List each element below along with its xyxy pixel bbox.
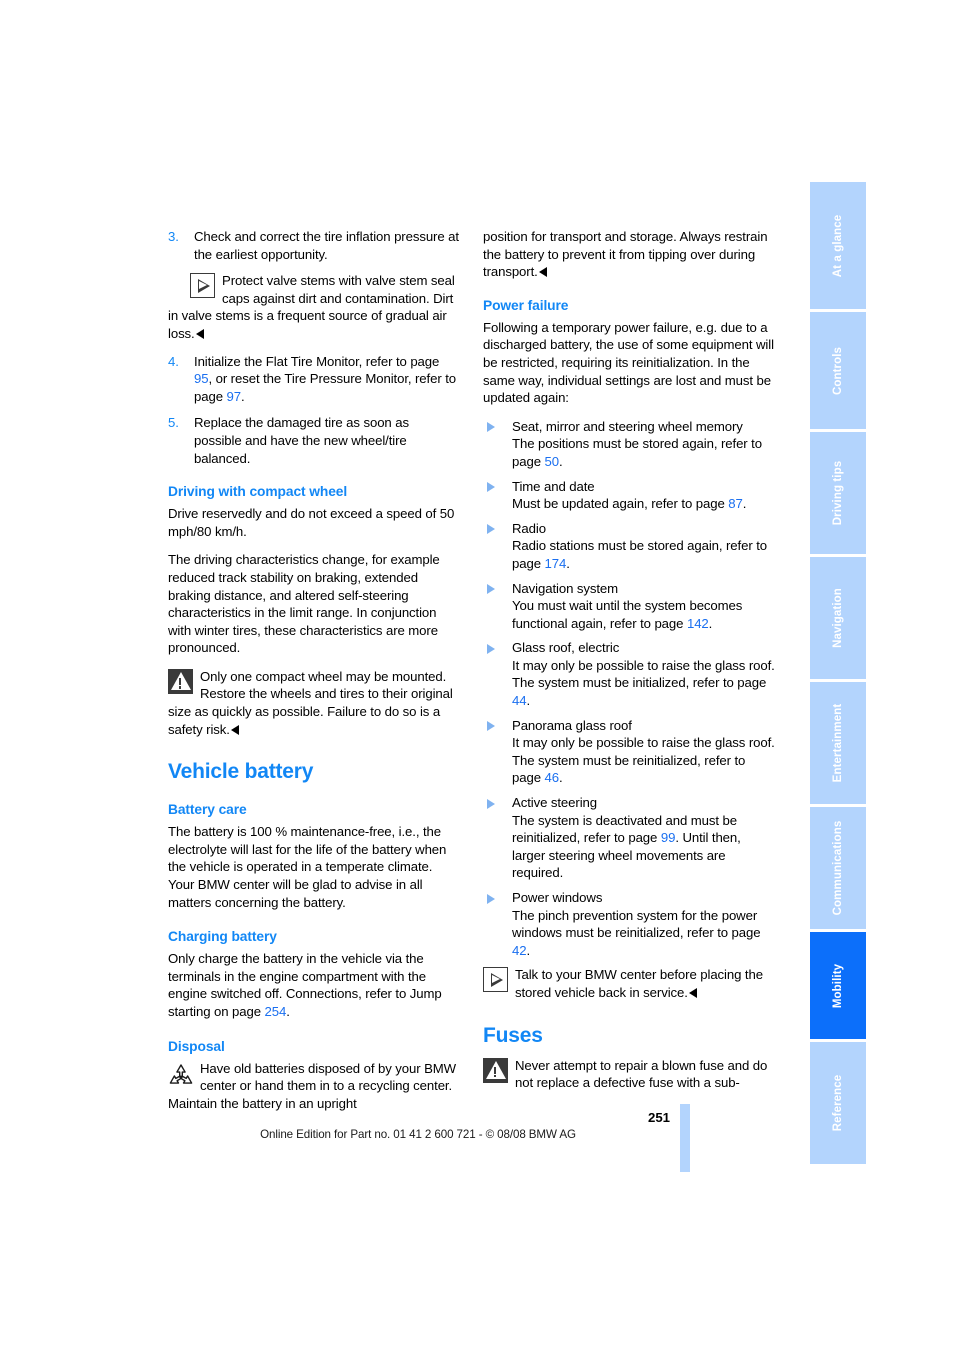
heading-driving-compact-wheel: Driving with compact wheel bbox=[168, 484, 348, 500]
list-item-title: Radio bbox=[512, 520, 546, 536]
recycling-icon bbox=[166, 1062, 196, 1089]
paragraph: The battery is 100 % maintenance-free, i… bbox=[168, 824, 447, 910]
triangle-bullet-icon bbox=[487, 798, 495, 809]
tab-label: At a glance bbox=[832, 214, 844, 277]
paragraph: Drive reservedly and do not exceed a spe… bbox=[168, 506, 455, 539]
page-reference[interactable]: 46 bbox=[545, 770, 560, 785]
info-triangle-icon bbox=[483, 967, 508, 993]
right-column: position for transport and storage. Alwa… bbox=[483, 228, 775, 1102]
paragraph: The driving characteristics change, for … bbox=[168, 552, 440, 656]
warning-text: Never attempt to repair a blown fuse and… bbox=[515, 1057, 768, 1091]
page-reference[interactable]: 97 bbox=[227, 389, 242, 404]
page-reference[interactable]: 142 bbox=[687, 616, 709, 631]
left-column: 3. Check and correct the tire inflation … bbox=[168, 228, 460, 1122]
step-item: 5. Replace the damaged tire as soon as p… bbox=[168, 414, 460, 467]
paragraph-continuation: position for transport and storage. Alwa… bbox=[483, 229, 768, 280]
heading-disposal: Disposal bbox=[168, 1038, 225, 1054]
heading-battery-care: Battery care bbox=[168, 802, 247, 818]
tab-label: Navigation bbox=[832, 588, 844, 648]
page-reference[interactable]: 95 bbox=[194, 371, 209, 386]
page-reference[interactable]: 42 bbox=[512, 943, 527, 958]
page-reference[interactable]: 50 bbox=[545, 454, 560, 469]
list-item-title: Time and date bbox=[512, 478, 595, 494]
manual-page: 3. Check and correct the tire inflation … bbox=[0, 0, 954, 1350]
list-item-title: Panorama glass roof bbox=[512, 717, 632, 733]
list-item: Radio Radio stations must be stored agai… bbox=[483, 520, 775, 573]
triangle-bullet-icon bbox=[487, 482, 495, 493]
tab-navigation[interactable]: Navigation bbox=[810, 557, 866, 679]
info-triangle-icon bbox=[190, 273, 215, 299]
disposal-text: Have old batteries disposed of by your B… bbox=[168, 1060, 457, 1111]
step-text: Replace the damaged tire as soon as poss… bbox=[194, 415, 409, 466]
list-item-title: Navigation system bbox=[512, 580, 619, 596]
triangle-bullet-icon bbox=[487, 893, 495, 904]
end-mark-icon bbox=[538, 267, 547, 278]
warning-text: Only one compact wheel may be mounted. R… bbox=[168, 668, 453, 737]
page-reference[interactable]: 44 bbox=[512, 693, 527, 708]
note-text: Talk to your BMW center before placing t… bbox=[515, 967, 763, 1000]
note-valve-stems: Protect valve stems with valve stem seal… bbox=[168, 272, 460, 342]
list-item: Active steering The system is deactivate… bbox=[483, 794, 775, 882]
heading-vehicle-battery: Vehicle battery bbox=[168, 760, 314, 784]
tab-label: Controls bbox=[832, 346, 844, 395]
step-text: Initialize the Flat Tire Monitor, refer … bbox=[194, 353, 456, 404]
list-item-title: Glass roof, electric bbox=[512, 640, 620, 656]
triangle-bullet-icon bbox=[487, 584, 495, 594]
page-reference[interactable]: 87 bbox=[728, 496, 743, 511]
heading-charging-battery: Charging battery bbox=[168, 929, 277, 945]
paragraph: Following a temporary power failure, e.g… bbox=[483, 319, 774, 406]
list-item: Time and date Must be updated again, ref… bbox=[483, 478, 775, 513]
warning-triangle-icon bbox=[483, 1057, 508, 1083]
list-item-title: Seat, mirror and steering wheel memory bbox=[512, 418, 743, 434]
tab-communications[interactable]: Communications bbox=[810, 807, 866, 929]
tab-label: Entertainment bbox=[832, 703, 844, 783]
warning-fuses: Never attempt to repair a blown fuse and… bbox=[483, 1057, 775, 1092]
list-item: Seat, mirror and steering wheel memory T… bbox=[483, 418, 775, 471]
tab-reference[interactable]: Reference bbox=[810, 1042, 866, 1164]
footer-edition-text: Online Edition for Part no. 01 41 2 600 … bbox=[260, 1128, 576, 1141]
disposal-note: Have old batteries disposed of by your B… bbox=[168, 1060, 460, 1113]
note-bmw-center: Talk to your BMW center before placing t… bbox=[483, 966, 775, 1001]
end-mark-icon bbox=[195, 328, 204, 339]
section-tab-rail: At a glance Controls Driving tips Naviga… bbox=[810, 182, 866, 1167]
tab-mobility[interactable]: Mobility bbox=[810, 932, 866, 1039]
page-number: 251 bbox=[647, 1110, 670, 1125]
tab-label: Driving tips bbox=[832, 460, 844, 526]
step-number: 4. bbox=[168, 353, 179, 369]
step-text: Check and correct the tire inflation pre… bbox=[194, 229, 459, 262]
warning-compact-wheel: Only one compact wheel may be mounted. R… bbox=[168, 668, 460, 738]
step-item: 3. Check and correct the tire inflation … bbox=[168, 228, 460, 263]
tab-label: Communications bbox=[832, 820, 844, 916]
triangle-bullet-icon bbox=[487, 422, 495, 433]
end-mark-icon bbox=[688, 987, 697, 998]
list-item: Power windows The pinch prevention syste… bbox=[483, 889, 775, 959]
step-number: 5. bbox=[168, 415, 179, 431]
tab-label: Mobility bbox=[832, 963, 844, 1008]
triangle-bullet-icon bbox=[487, 524, 495, 535]
heading-fuses: Fuses bbox=[483, 1023, 543, 1047]
paragraph: Only charge the battery in the vehicle v… bbox=[168, 951, 442, 1019]
list-item: Navigation system You must wait until th… bbox=[483, 580, 775, 633]
tab-entertainment[interactable]: Entertainment bbox=[810, 682, 866, 804]
page-reference[interactable]: 99 bbox=[661, 830, 676, 845]
step-number: 3. bbox=[168, 229, 179, 244]
list-item-title: Power windows bbox=[512, 890, 603, 905]
tab-label: Reference bbox=[832, 1074, 844, 1132]
page-reference[interactable]: 174 bbox=[545, 556, 567, 571]
triangle-bullet-icon bbox=[487, 721, 495, 732]
list-item: Glass roof, electric It may only be poss… bbox=[483, 639, 775, 709]
heading-power-failure: Power failure bbox=[483, 297, 569, 313]
power-failure-list: Seat, mirror and steering wheel memory T… bbox=[483, 418, 775, 960]
warning-triangle-icon bbox=[168, 668, 193, 694]
step-item: 4. Initialize the Flat Tire Monitor, ref… bbox=[168, 353, 460, 406]
list-item: Panorama glass roof It may only be possi… bbox=[483, 717, 775, 787]
page-reference[interactable]: 254 bbox=[265, 1004, 287, 1019]
tab-controls[interactable]: Controls bbox=[810, 312, 866, 429]
footer-accent-bar bbox=[680, 1104, 690, 1172]
list-item-title: Active steering bbox=[512, 795, 597, 811]
triangle-bullet-icon bbox=[487, 643, 495, 654]
end-mark-icon bbox=[230, 724, 239, 735]
tab-driving-tips[interactable]: Driving tips bbox=[810, 432, 866, 554]
tab-at-a-glance[interactable]: At a glance bbox=[810, 182, 866, 309]
